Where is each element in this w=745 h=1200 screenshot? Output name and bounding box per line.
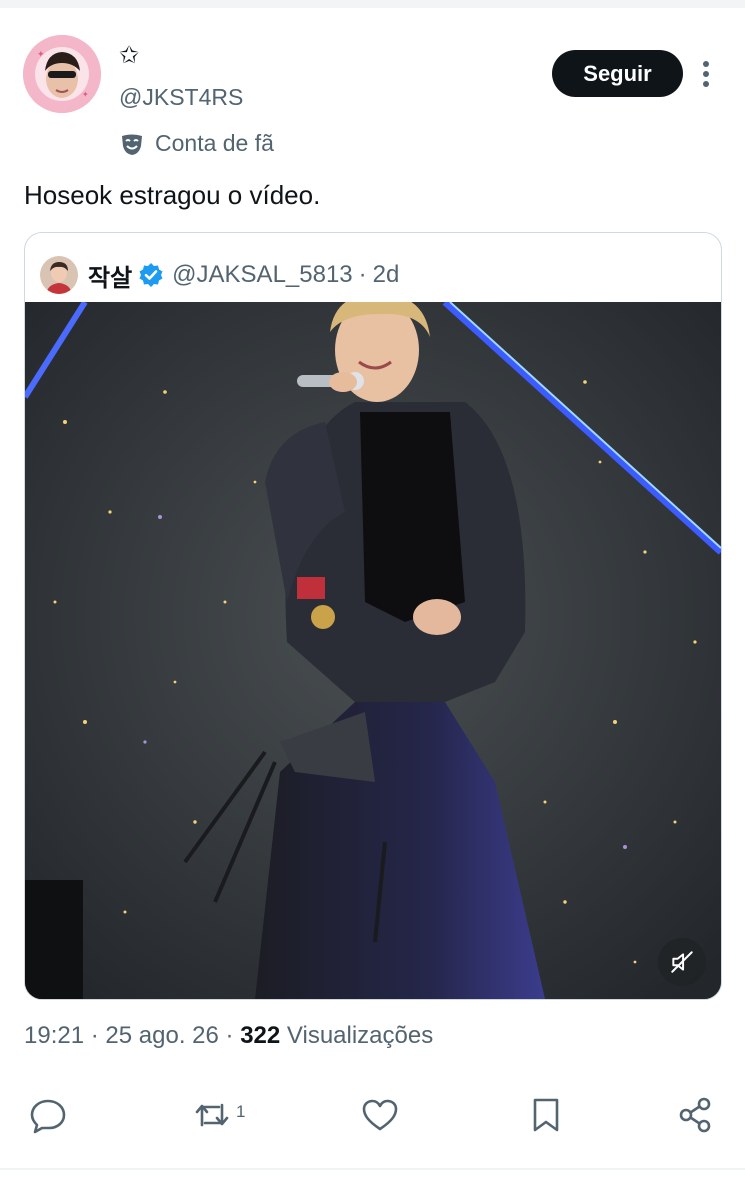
tweet-meta: 19:21 · 25 ago. 26 · 322 Visualizações	[24, 1022, 433, 1050]
bookmark-button[interactable]	[526, 1090, 566, 1140]
mask-icon	[122, 134, 142, 155]
fan-account-label: Conta de fã	[119, 130, 274, 157]
quoted-author-avatar[interactable]	[40, 256, 78, 294]
meta-separator-2: ·	[225, 1022, 234, 1049]
quoted-tweet-card[interactable]: 작살 @JAKSAL_5813 · 2d	[24, 232, 722, 1000]
tweet-date: 25 ago. 26	[105, 1022, 219, 1049]
retweet-icon	[195, 1103, 229, 1127]
quoted-separator: ·	[358, 261, 367, 288]
bottom-divider	[0, 1168, 745, 1170]
video-frame	[25, 302, 721, 999]
tweet-time: 19:21	[24, 1022, 85, 1049]
share-button[interactable]	[676, 1090, 716, 1140]
bookmark-icon	[533, 1098, 559, 1132]
tweet-text: Hoseok estragou o vídeo.	[24, 180, 321, 210]
fan-account-text: Conta de fã	[155, 130, 274, 156]
author-avatar[interactable]: ✦ ✦	[23, 35, 101, 113]
author-display-name[interactable]: ✩	[119, 44, 139, 68]
heart-icon	[362, 1099, 398, 1131]
comment-icon	[30, 1099, 66, 1134]
meta-separator: ·	[90, 1022, 99, 1049]
more-vertical-icon[interactable]	[696, 58, 716, 90]
quoted-author-handle: @JAKSAL_5813	[172, 261, 353, 288]
share-icon	[679, 1097, 711, 1133]
views-label: Visualizações	[286, 1022, 434, 1049]
views-count: 322	[240, 1022, 281, 1049]
like-button[interactable]	[360, 1090, 400, 1140]
muted-speaker-icon	[671, 951, 693, 973]
mute-toggle-button[interactable]	[658, 938, 706, 986]
quoted-timestamp: 2d	[372, 261, 400, 288]
verified-badge-icon	[139, 263, 163, 287]
quoted-tweet-header: 작살 @JAKSAL_5813 · 2d	[40, 255, 399, 295]
svg-text:✦: ✦	[37, 49, 45, 59]
author-handle[interactable]: @JKST4RS	[119, 84, 243, 111]
action-bar: 1	[0, 1090, 745, 1140]
top-divider	[0, 0, 745, 8]
reply-button[interactable]	[28, 1090, 68, 1140]
retweet-count: 1	[236, 1102, 246, 1121]
follow-button[interactable]: Seguir	[552, 50, 683, 97]
video-player[interactable]	[25, 302, 721, 999]
retweet-button[interactable]: 1	[192, 1090, 245, 1140]
quoted-author-name[interactable]: 작살	[88, 258, 132, 293]
svg-text:✦: ✦	[82, 90, 89, 99]
